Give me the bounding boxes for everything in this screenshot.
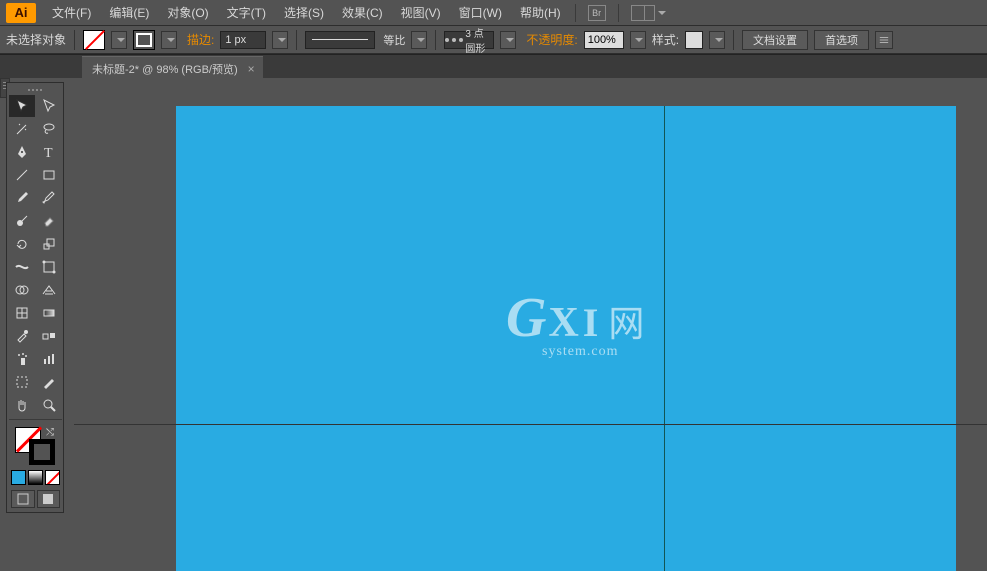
toolbox-grip[interactable] [9, 85, 61, 95]
opacity-label[interactable]: 不透明度: [526, 31, 577, 48]
free-transform-tool[interactable] [36, 256, 62, 278]
document-setup-button[interactable]: 文档设置 [742, 30, 808, 50]
document-tab-title: 未标题-2* @ 98% (RGB/预览) [92, 61, 238, 77]
hand-tool[interactable] [9, 394, 35, 416]
line-segment-tool[interactable] [9, 164, 35, 186]
style-label: 样式: [652, 31, 679, 48]
color-mode-row [9, 468, 62, 487]
blend-tool[interactable] [36, 325, 62, 347]
control-bar: 未选择对象 描边: 1 px 等比 3 点圆形 不透明度: 100% 样式: 文… [0, 26, 987, 54]
watermark-cn: 网 [608, 304, 644, 344]
svg-text:T: T [44, 146, 53, 160]
stroke-dropdown[interactable] [161, 31, 177, 49]
canvas-area[interactable]: GXI网 system.com [74, 78, 987, 571]
shape-builder-tool[interactable] [9, 279, 35, 301]
menu-window[interactable]: 窗口(W) [451, 1, 510, 24]
zoom-tool[interactable] [36, 394, 62, 416]
perspective-grid-tool[interactable] [36, 279, 62, 301]
color-mode-gradient[interactable] [28, 470, 43, 485]
artboard[interactable]: GXI网 system.com [176, 106, 956, 571]
watermark: GXI网 system.com [506, 286, 644, 360]
menu-file[interactable]: 文件(F) [44, 1, 99, 24]
mesh-tool[interactable] [9, 302, 35, 324]
menu-object[interactable]: 对象(O) [159, 1, 216, 24]
menu-select[interactable]: 选择(S) [276, 1, 332, 24]
paintbrush-tool[interactable] [9, 187, 35, 209]
watermark-x: X [548, 300, 578, 346]
close-tab-icon[interactable]: × [248, 62, 255, 76]
direct-selection-tool[interactable] [36, 95, 62, 117]
rotate-tool[interactable] [9, 233, 35, 255]
brush-definition[interactable]: 3 点圆形 [444, 31, 494, 49]
panel-menu-icon[interactable] [875, 31, 893, 49]
stroke-width-field[interactable]: 1 px [220, 31, 266, 49]
menu-separator [618, 4, 619, 22]
profile-label: 等比 [383, 32, 405, 48]
color-mode-none[interactable] [45, 470, 60, 485]
draw-normal-icon[interactable] [11, 490, 35, 508]
horizontal-guide-extended[interactable] [74, 424, 987, 425]
magic-wand-tool[interactable] [9, 118, 35, 140]
app-logo: Ai [6, 3, 36, 23]
fill-stroke-indicator[interactable]: ⤭ [9, 425, 62, 467]
opacity-field[interactable]: 100% [584, 31, 624, 49]
screen-mode-row [9, 488, 62, 510]
separator [435, 30, 436, 50]
stroke-profile-preview[interactable] [305, 31, 375, 49]
slice-tool[interactable] [36, 371, 62, 393]
separator [296, 30, 297, 50]
artboard-tool[interactable] [9, 371, 35, 393]
pencil-tool[interactable] [36, 187, 62, 209]
profile-dropdown[interactable] [411, 31, 427, 49]
menu-bar: Ai 文件(F) 编辑(E) 对象(O) 文字(T) 选择(S) 效果(C) 视… [0, 0, 987, 26]
brush-dropdown[interactable] [500, 31, 516, 49]
scale-tool[interactable] [36, 233, 62, 255]
swap-fill-stroke-icon[interactable]: ⤭ [46, 427, 54, 438]
rectangle-tool[interactable] [36, 164, 62, 186]
stroke-color-box[interactable] [29, 439, 55, 465]
menu-edit[interactable]: 编辑(E) [101, 1, 157, 24]
stroke-swatch[interactable] [133, 30, 155, 50]
layout-switcher[interactable] [631, 5, 666, 21]
column-graph-tool[interactable] [36, 348, 62, 370]
fill-swatch[interactable] [83, 30, 105, 50]
selection-tool[interactable] [9, 95, 35, 117]
bridge-button[interactable]: Br [588, 5, 606, 21]
stroke-label[interactable]: 描边: [187, 31, 214, 48]
watermark-g: G [506, 287, 546, 349]
selection-status: 未选择对象 [6, 31, 66, 48]
blob-brush-tool[interactable] [9, 210, 35, 232]
graphic-style-swatch[interactable] [685, 31, 703, 49]
screen-mode-icon[interactable] [37, 490, 61, 508]
main-menu: 文件(F) 编辑(E) 对象(O) 文字(T) 选择(S) 效果(C) 视图(V… [44, 1, 569, 24]
separator [74, 30, 75, 50]
lasso-tool[interactable] [36, 118, 62, 140]
menu-view[interactable]: 视图(V) [393, 1, 449, 24]
type-tool[interactable]: T [36, 141, 62, 163]
gradient-tool[interactable] [36, 302, 62, 324]
color-mode-solid[interactable] [11, 470, 26, 485]
preferences-button[interactable]: 首选项 [814, 30, 869, 50]
menu-help[interactable]: 帮助(H) [512, 1, 569, 24]
document-tab-bar: 未标题-2* @ 98% (RGB/预览) × [0, 54, 987, 78]
vertical-guide[interactable] [664, 106, 665, 571]
eraser-tool[interactable] [36, 210, 62, 232]
menu-effect[interactable]: 效果(C) [334, 1, 391, 24]
eyedropper-tool[interactable] [9, 325, 35, 347]
opacity-dropdown[interactable] [630, 31, 646, 49]
symbol-sprayer-tool[interactable] [9, 348, 35, 370]
stroke-width-dropdown[interactable] [272, 31, 288, 49]
pen-tool[interactable] [9, 141, 35, 163]
document-tab[interactable]: 未标题-2* @ 98% (RGB/预览) × [82, 56, 263, 78]
width-tool[interactable] [9, 256, 35, 278]
menu-type[interactable]: 文字(T) [219, 1, 274, 24]
menu-separator [575, 4, 576, 22]
brush-label: 3 点圆形 [465, 25, 493, 55]
toolbox: T ⤭ [6, 82, 64, 513]
separator [733, 30, 734, 50]
watermark-i: I [583, 300, 599, 345]
fill-dropdown[interactable] [111, 31, 127, 49]
style-dropdown[interactable] [709, 31, 725, 49]
